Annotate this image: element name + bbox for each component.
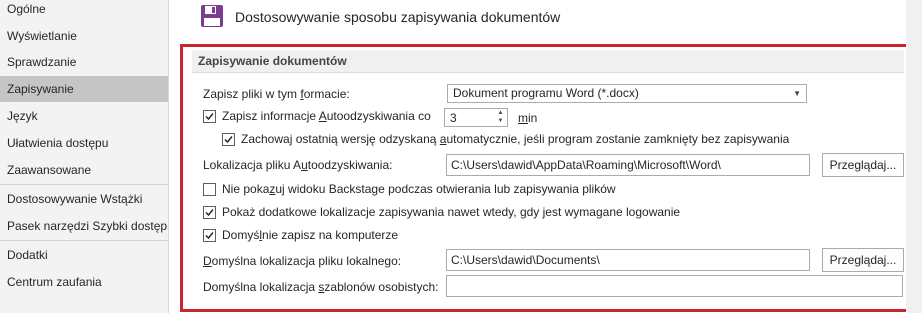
nav-item-wyswietlanie[interactable]: Wyświetlanie bbox=[0, 23, 168, 49]
keep-last-version-checkbox[interactable] bbox=[222, 133, 235, 146]
format-value: Dokument programu Word (*.docx) bbox=[453, 86, 639, 100]
nav-item-zapisywanie[interactable]: Zapisywanie bbox=[0, 76, 168, 102]
keep-last-version-label: Zachowaj ostatnią wersję odzyskaną autom… bbox=[241, 132, 790, 146]
local-location-label: Domyślna lokalizacja pliku lokalnego: bbox=[203, 254, 402, 268]
autorecover-location-input[interactable]: C:\Users\dawid\AppData\Roaming\Microsoft… bbox=[446, 154, 810, 176]
format-label: Zapisz pliki w tym formacie: bbox=[203, 87, 350, 101]
checkmark-icon bbox=[224, 136, 233, 144]
nav-item-jezyk[interactable]: Język bbox=[0, 103, 168, 129]
page-header: Dostosowywanie sposobu zapisywania dokum… bbox=[200, 2, 560, 32]
chevron-down-icon: ▼ bbox=[793, 89, 801, 98]
spin-buttons[interactable]: ▲ ▼ bbox=[494, 109, 507, 126]
options-navigation: Ogólne Wyświetlanie Sprawdzanie Zapisywa… bbox=[0, 0, 169, 313]
no-backstage-checkbox[interactable] bbox=[203, 183, 216, 196]
autorecover-checkbox[interactable] bbox=[203, 110, 216, 123]
no-backstage-label: Nie pokazuj widoku Backstage podczas otw… bbox=[222, 182, 616, 196]
vertical-scrollbar[interactable] bbox=[906, 0, 922, 313]
nav-item-centrum-zaufania[interactable]: Centrum zaufania bbox=[0, 269, 168, 295]
autorecover-label: Zapisz informacje Autoodzyskiwania co bbox=[222, 109, 431, 123]
format-dropdown[interactable]: Dokument programu Word (*.docx) ▼ bbox=[447, 84, 807, 103]
minutes-unit-label: min bbox=[518, 111, 538, 125]
autorecover-location-label: Lokalizacja pliku Autoodzyskiwania: bbox=[203, 158, 393, 172]
show-locations-checkbox[interactable] bbox=[203, 206, 216, 219]
local-location-input[interactable]: C:\Users\dawid\Documents\ bbox=[446, 249, 810, 271]
nav-item-zaawansowane[interactable]: Zaawansowane bbox=[0, 157, 168, 183]
nav-item-ulatwienia-dostepu[interactable]: Ułatwienia dostępu bbox=[0, 130, 168, 156]
checkmark-icon bbox=[205, 209, 214, 217]
browse-local-button[interactable]: Przeglądaj... bbox=[822, 248, 904, 272]
floppy-disk-icon bbox=[200, 4, 224, 31]
nav-item-dostosowywanie-wstazki[interactable]: Dostosowywanie Wstążki bbox=[0, 186, 168, 212]
checkmark-icon bbox=[205, 232, 214, 240]
templates-location-input[interactable] bbox=[446, 275, 903, 297]
checkmark-icon bbox=[205, 113, 214, 121]
autorecover-minutes-stepper[interactable]: 3 ▲ ▼ bbox=[444, 108, 508, 127]
templates-location-label: Domyślna lokalizacja szablonów osobistyc… bbox=[203, 280, 439, 294]
spin-down-icon[interactable]: ▼ bbox=[494, 117, 507, 125]
nav-divider bbox=[0, 240, 168, 241]
nav-item-dodatki[interactable]: Dodatki bbox=[0, 242, 168, 268]
minutes-value: 3 bbox=[450, 111, 457, 125]
nav-item-sprawdzanie[interactable]: Sprawdzanie bbox=[0, 49, 168, 75]
save-to-computer-label: Domyślnie zapisz na komputerze bbox=[222, 228, 399, 242]
page-title: Dostosowywanie sposobu zapisywania dokum… bbox=[235, 9, 561, 25]
show-locations-label: Pokaż dodatkowe lokalizacje zapisywania … bbox=[222, 205, 681, 219]
nav-divider bbox=[0, 184, 168, 185]
save-to-computer-checkbox[interactable] bbox=[203, 229, 216, 242]
spin-up-icon[interactable]: ▲ bbox=[494, 109, 507, 117]
browse-autorecover-button[interactable]: Przeglądaj... bbox=[822, 153, 904, 177]
nav-item-ogolne[interactable]: Ogólne bbox=[0, 0, 168, 22]
section-title: Zapisywanie dokumentów bbox=[198, 54, 347, 68]
nav-item-pasek-narzedzi[interactable]: Pasek narzędzi Szybki dostęp bbox=[0, 213, 168, 239]
